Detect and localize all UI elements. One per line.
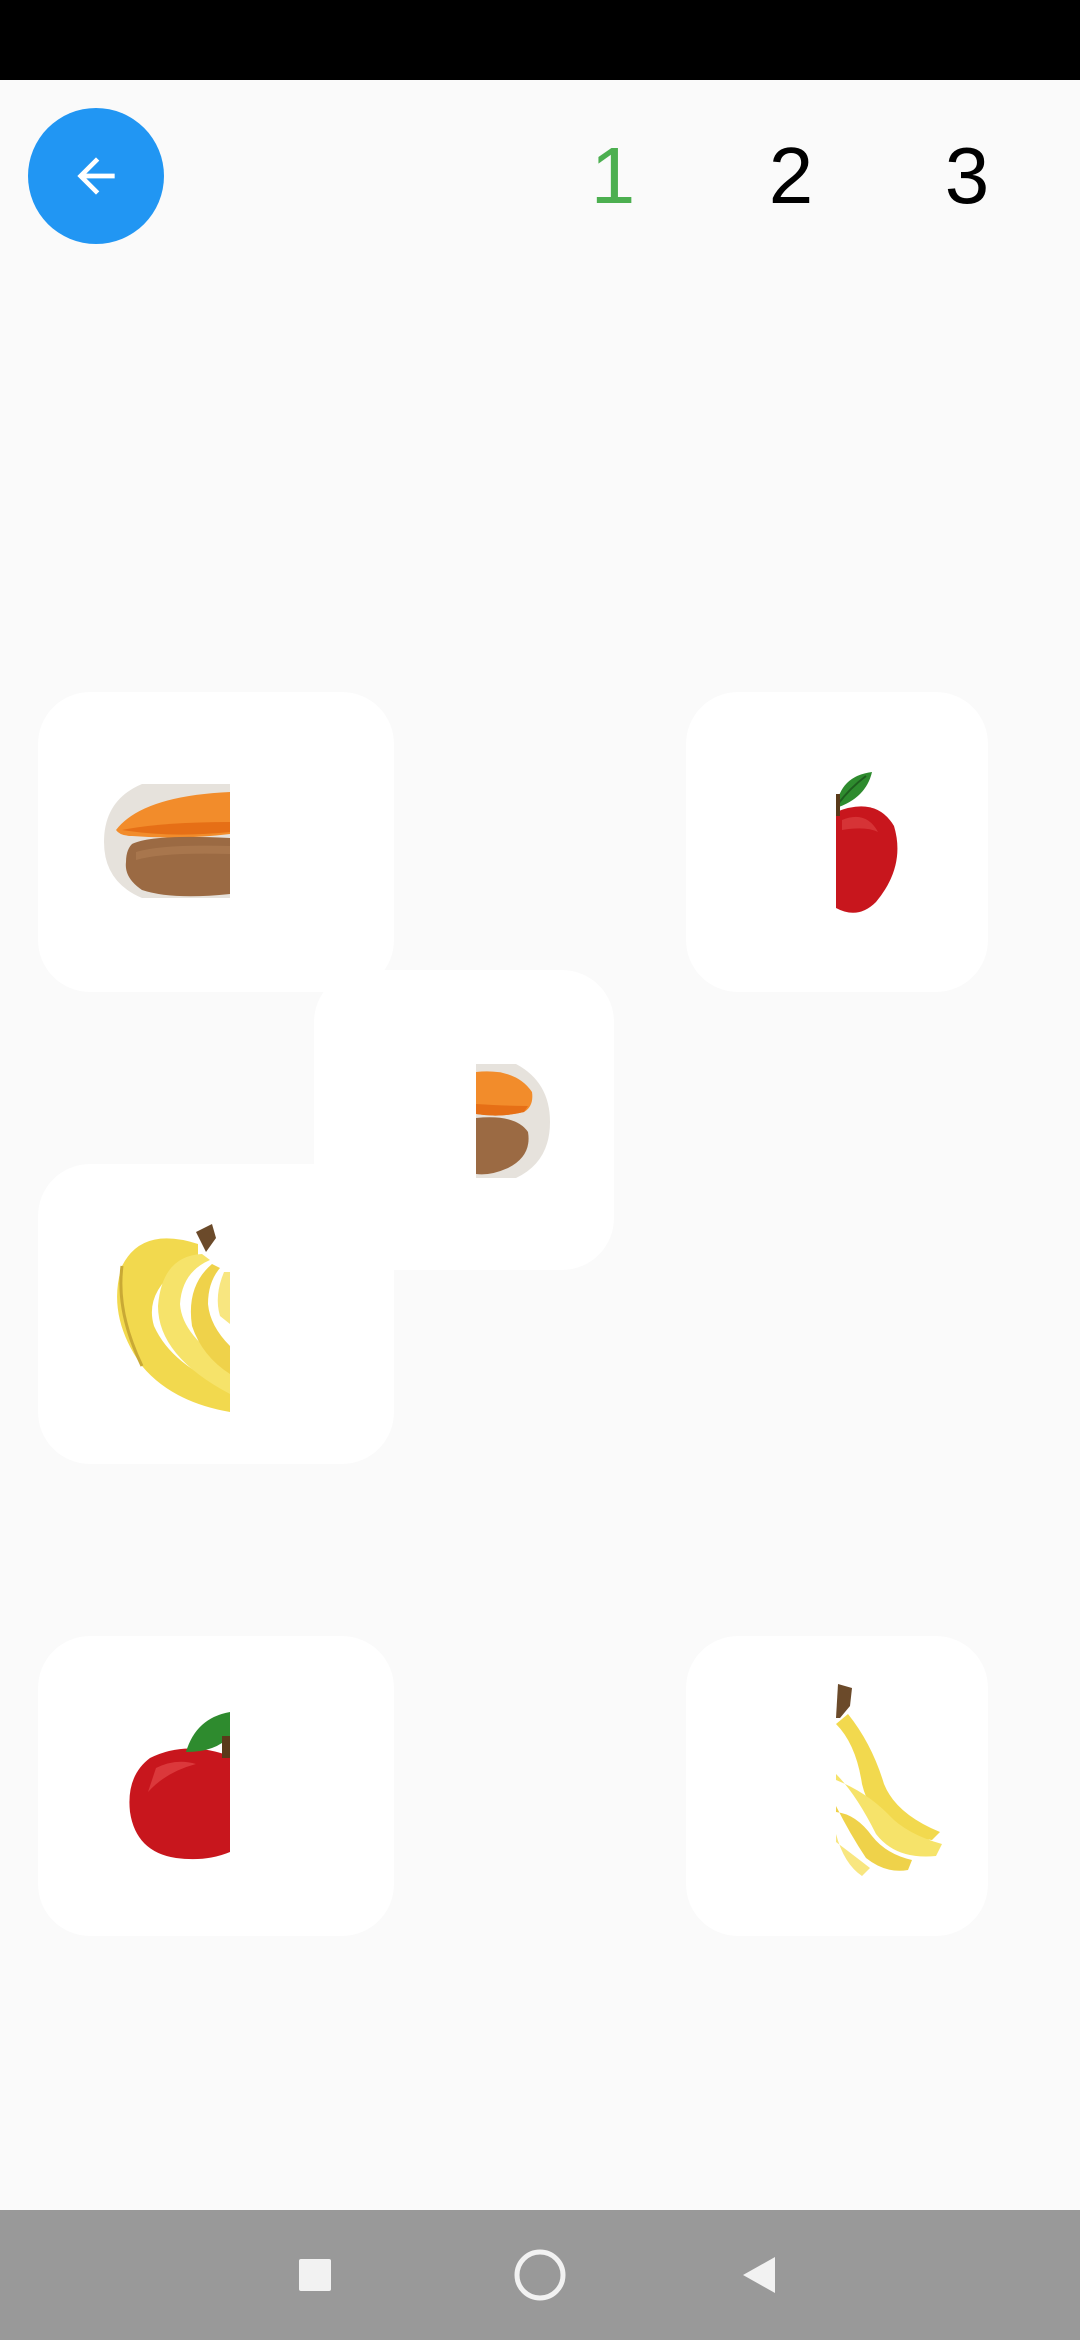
banana-left-half xyxy=(117,1224,230,1412)
sweet-potato-left-half xyxy=(104,784,230,898)
puzzle-card-apple-right[interactable] xyxy=(686,692,988,992)
recents-button[interactable] xyxy=(280,2240,350,2310)
recents-square-icon xyxy=(299,2259,331,2291)
puzzle-card-apple-left[interactable] xyxy=(38,1636,394,1936)
arrow-left-icon xyxy=(77,157,115,195)
level-1-button[interactable]: 1 xyxy=(568,128,658,224)
puzzle-card-sweet-potato-right[interactable] xyxy=(314,970,614,1270)
level-3-button[interactable]: 3 xyxy=(922,128,1012,224)
back-triangle-icon xyxy=(743,2257,775,2293)
banana-right-half xyxy=(836,1684,942,1876)
level-2-button[interactable]: 2 xyxy=(746,128,836,224)
puzzle-card-banana-right[interactable] xyxy=(686,1636,988,1936)
apple-right-half xyxy=(836,772,898,913)
status-bar xyxy=(0,0,1080,80)
apple-left-half xyxy=(129,1712,230,1860)
home-button[interactable] xyxy=(505,2240,575,2310)
sweet-potato-right-half xyxy=(476,1064,550,1178)
back-button[interactable] xyxy=(28,108,164,244)
back-system-button[interactable] xyxy=(724,2240,794,2310)
home-circle-icon xyxy=(514,2249,566,2301)
system-nav-bar xyxy=(0,2210,1080,2340)
puzzle-card-sweet-potato-left[interactable] xyxy=(38,692,394,992)
